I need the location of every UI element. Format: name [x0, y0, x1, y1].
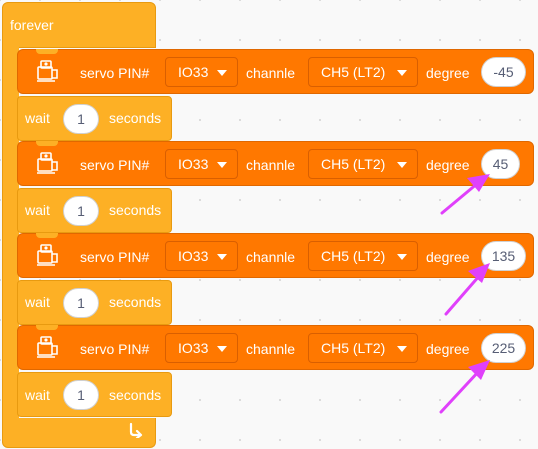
annotation-arrow — [440, 174, 490, 215]
annotation-arrows — [439, 174, 490, 414]
annotation-arrow — [444, 263, 490, 316]
annotation-arrow — [439, 360, 490, 414]
